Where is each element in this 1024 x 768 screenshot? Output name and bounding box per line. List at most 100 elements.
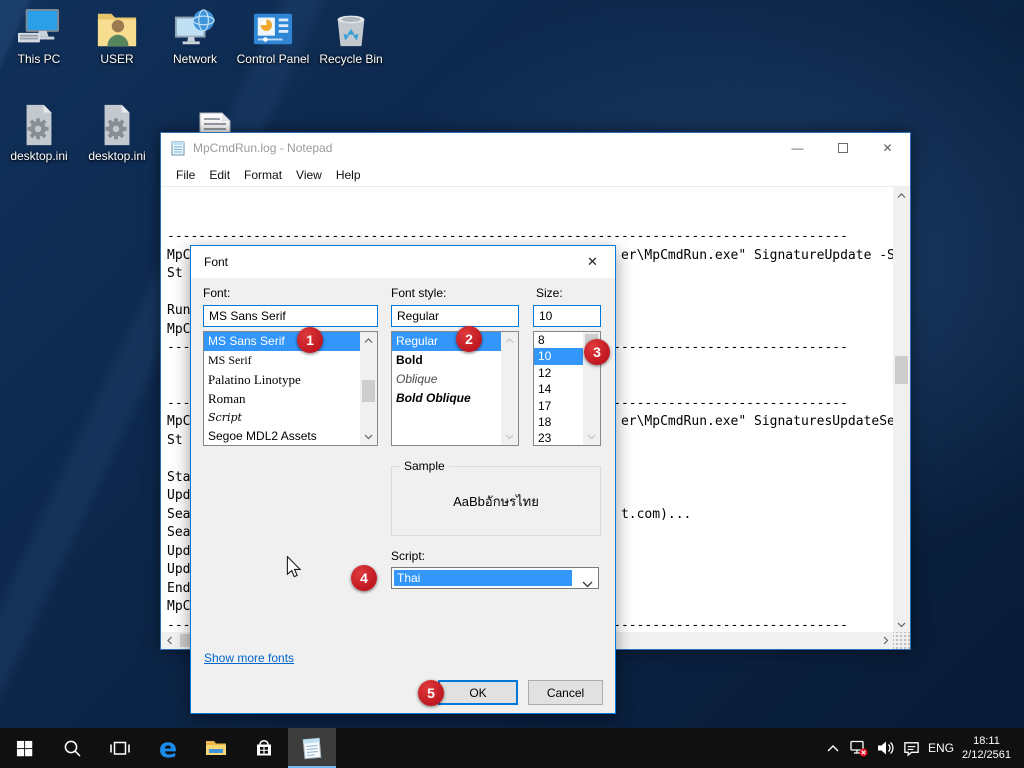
notepad-app-icon xyxy=(170,140,186,156)
font-list-item[interactable]: MS Serif xyxy=(204,351,377,370)
tray-overflow-button[interactable] xyxy=(820,728,846,768)
log-line xyxy=(167,191,894,210)
style-list-item[interactable]: Bold xyxy=(392,351,518,370)
show-more-fonts-link[interactable]: Show more fonts xyxy=(204,651,294,665)
size-input[interactable]: 10 xyxy=(533,305,601,327)
style-list-item[interactable]: Regular xyxy=(392,332,518,351)
desktop-icon-recycle-bin[interactable]: Recycle Bin xyxy=(312,8,390,66)
network-status-button[interactable] xyxy=(846,728,872,768)
ok-button-label: OK xyxy=(469,686,486,700)
font-list-scroll-thumb[interactable] xyxy=(362,380,375,402)
desktop-icon-label: This PC xyxy=(0,53,78,66)
windows-logo-icon xyxy=(16,740,33,757)
menu-file[interactable]: File xyxy=(169,168,202,182)
annotation-badge-2: 2 xyxy=(456,326,482,352)
speaker-icon xyxy=(877,740,894,756)
store-button[interactable] xyxy=(240,728,288,768)
desktop-icon-label: Recycle Bin xyxy=(312,53,390,66)
action-center-button[interactable] xyxy=(898,728,924,768)
font-list-item[interactable]: Script xyxy=(204,408,377,427)
scroll-down-arrow-icon[interactable] xyxy=(360,428,377,445)
this-pc-icon xyxy=(16,8,62,50)
chevron-down-icon xyxy=(582,575,593,593)
language-indicator[interactable]: ENG xyxy=(924,741,958,755)
desktop-icon-this-pc[interactable]: This PC xyxy=(0,8,78,66)
vertical-scroll-thumb[interactable] xyxy=(895,356,908,384)
start-button[interactable] xyxy=(0,728,48,768)
close-button[interactable]: ✕ xyxy=(865,133,910,163)
font-list: MS Sans Serif MS Serif Palatino Linotype… xyxy=(203,331,378,446)
font-style-input-value: Regular xyxy=(397,309,439,323)
font-list-item[interactable]: Segoe MDL2 Assets xyxy=(204,427,377,446)
scroll-left-arrow-icon[interactable] xyxy=(161,632,178,649)
desktop-icon-label: USER xyxy=(78,53,156,66)
cancel-button-label: Cancel xyxy=(547,686,584,700)
desktop-icon-network[interactable]: Network xyxy=(156,8,234,66)
edge-button[interactable]: e xyxy=(144,728,192,768)
menu-edit[interactable]: Edit xyxy=(202,168,237,182)
desktop-icon-label: desktop.ini xyxy=(0,150,78,163)
menu-format[interactable]: Format xyxy=(237,168,289,182)
menu-help[interactable]: Help xyxy=(329,168,368,182)
log-line: ----------------------------------------… xyxy=(167,228,894,247)
font-style-label: Font style: xyxy=(391,286,446,300)
menu-view[interactable]: View xyxy=(289,168,329,182)
taskbar: e xyxy=(0,728,1024,768)
search-button[interactable] xyxy=(48,728,96,768)
chevron-up-icon xyxy=(826,743,840,754)
scroll-up-arrow-icon xyxy=(501,332,518,349)
desktop-icon-label: Network xyxy=(156,53,234,66)
clock[interactable]: 18:11 2/12/2561 xyxy=(958,734,1024,762)
sample-label: Sample xyxy=(400,459,449,473)
font-input-value: MS Sans Serif xyxy=(209,309,286,323)
font-dialog-title-bar[interactable]: Font ✕ xyxy=(191,246,615,278)
vertical-scrollbar[interactable] xyxy=(893,187,910,633)
minimize-icon: — xyxy=(792,141,804,155)
mouse-cursor xyxy=(286,556,302,578)
notepad-title-bar[interactable]: MpCmdRun.log - Notepad — ✕ xyxy=(161,133,910,163)
font-list-item[interactable]: Roman xyxy=(204,389,377,408)
style-list-item[interactable]: Oblique xyxy=(392,370,518,389)
desktop-icon-control-panel[interactable]: Control Panel xyxy=(234,8,312,66)
script-label: Script: xyxy=(391,549,425,563)
font-list-scrollbar[interactable] xyxy=(360,332,377,445)
maximize-icon xyxy=(838,143,848,153)
cancel-button[interactable]: Cancel xyxy=(528,680,603,705)
annotation-badge-4: 4 xyxy=(351,565,377,591)
scroll-down-arrow-icon[interactable] xyxy=(893,616,910,633)
volume-button[interactable] xyxy=(872,728,898,768)
action-center-icon xyxy=(903,740,920,757)
font-style-input[interactable]: Regular xyxy=(391,305,519,327)
minimize-button[interactable]: — xyxy=(775,133,820,163)
edge-icon: e xyxy=(159,735,177,762)
font-style-list-scrollbar[interactable] xyxy=(501,332,518,445)
script-dropdown[interactable]: Thai xyxy=(391,567,599,589)
close-icon: ✕ xyxy=(587,254,598,270)
style-list-item[interactable]: Bold Oblique xyxy=(392,389,518,408)
file-explorer-button[interactable] xyxy=(192,728,240,768)
search-icon xyxy=(63,739,82,758)
task-view-button[interactable] xyxy=(96,728,144,768)
scroll-up-arrow-icon[interactable] xyxy=(893,187,910,204)
scroll-right-arrow-icon[interactable] xyxy=(877,632,894,649)
store-icon xyxy=(254,738,274,758)
desktop-icon-desktop-ini-2[interactable]: desktop.ini xyxy=(78,103,156,163)
control-panel-icon xyxy=(250,8,296,50)
maximize-button[interactable] xyxy=(820,133,865,163)
dialog-close-button[interactable]: ✕ xyxy=(570,246,615,278)
size-label: Size: xyxy=(536,286,563,300)
font-list-item[interactable]: MS Sans Serif xyxy=(204,332,377,351)
font-list-item[interactable]: Palatino Linotype xyxy=(204,370,377,389)
font-dialog-title: Font xyxy=(204,255,570,269)
window-resize-grip[interactable] xyxy=(893,632,910,649)
annotation-badge-3: 3 xyxy=(584,339,610,365)
desktop-icon-user[interactable]: USER xyxy=(78,8,156,66)
annotation-badge-5: 5 xyxy=(418,680,444,706)
desktop-icon-desktop-ini-1[interactable]: desktop.ini xyxy=(0,103,78,163)
notepad-taskbar-button[interactable] xyxy=(288,728,336,768)
ok-button[interactable]: OK xyxy=(438,680,518,705)
scroll-down-arrow-icon xyxy=(583,428,600,445)
script-dropdown-value: Thai xyxy=(394,570,572,586)
font-input[interactable]: MS Sans Serif xyxy=(203,305,378,327)
scroll-up-arrow-icon[interactable] xyxy=(360,332,377,349)
